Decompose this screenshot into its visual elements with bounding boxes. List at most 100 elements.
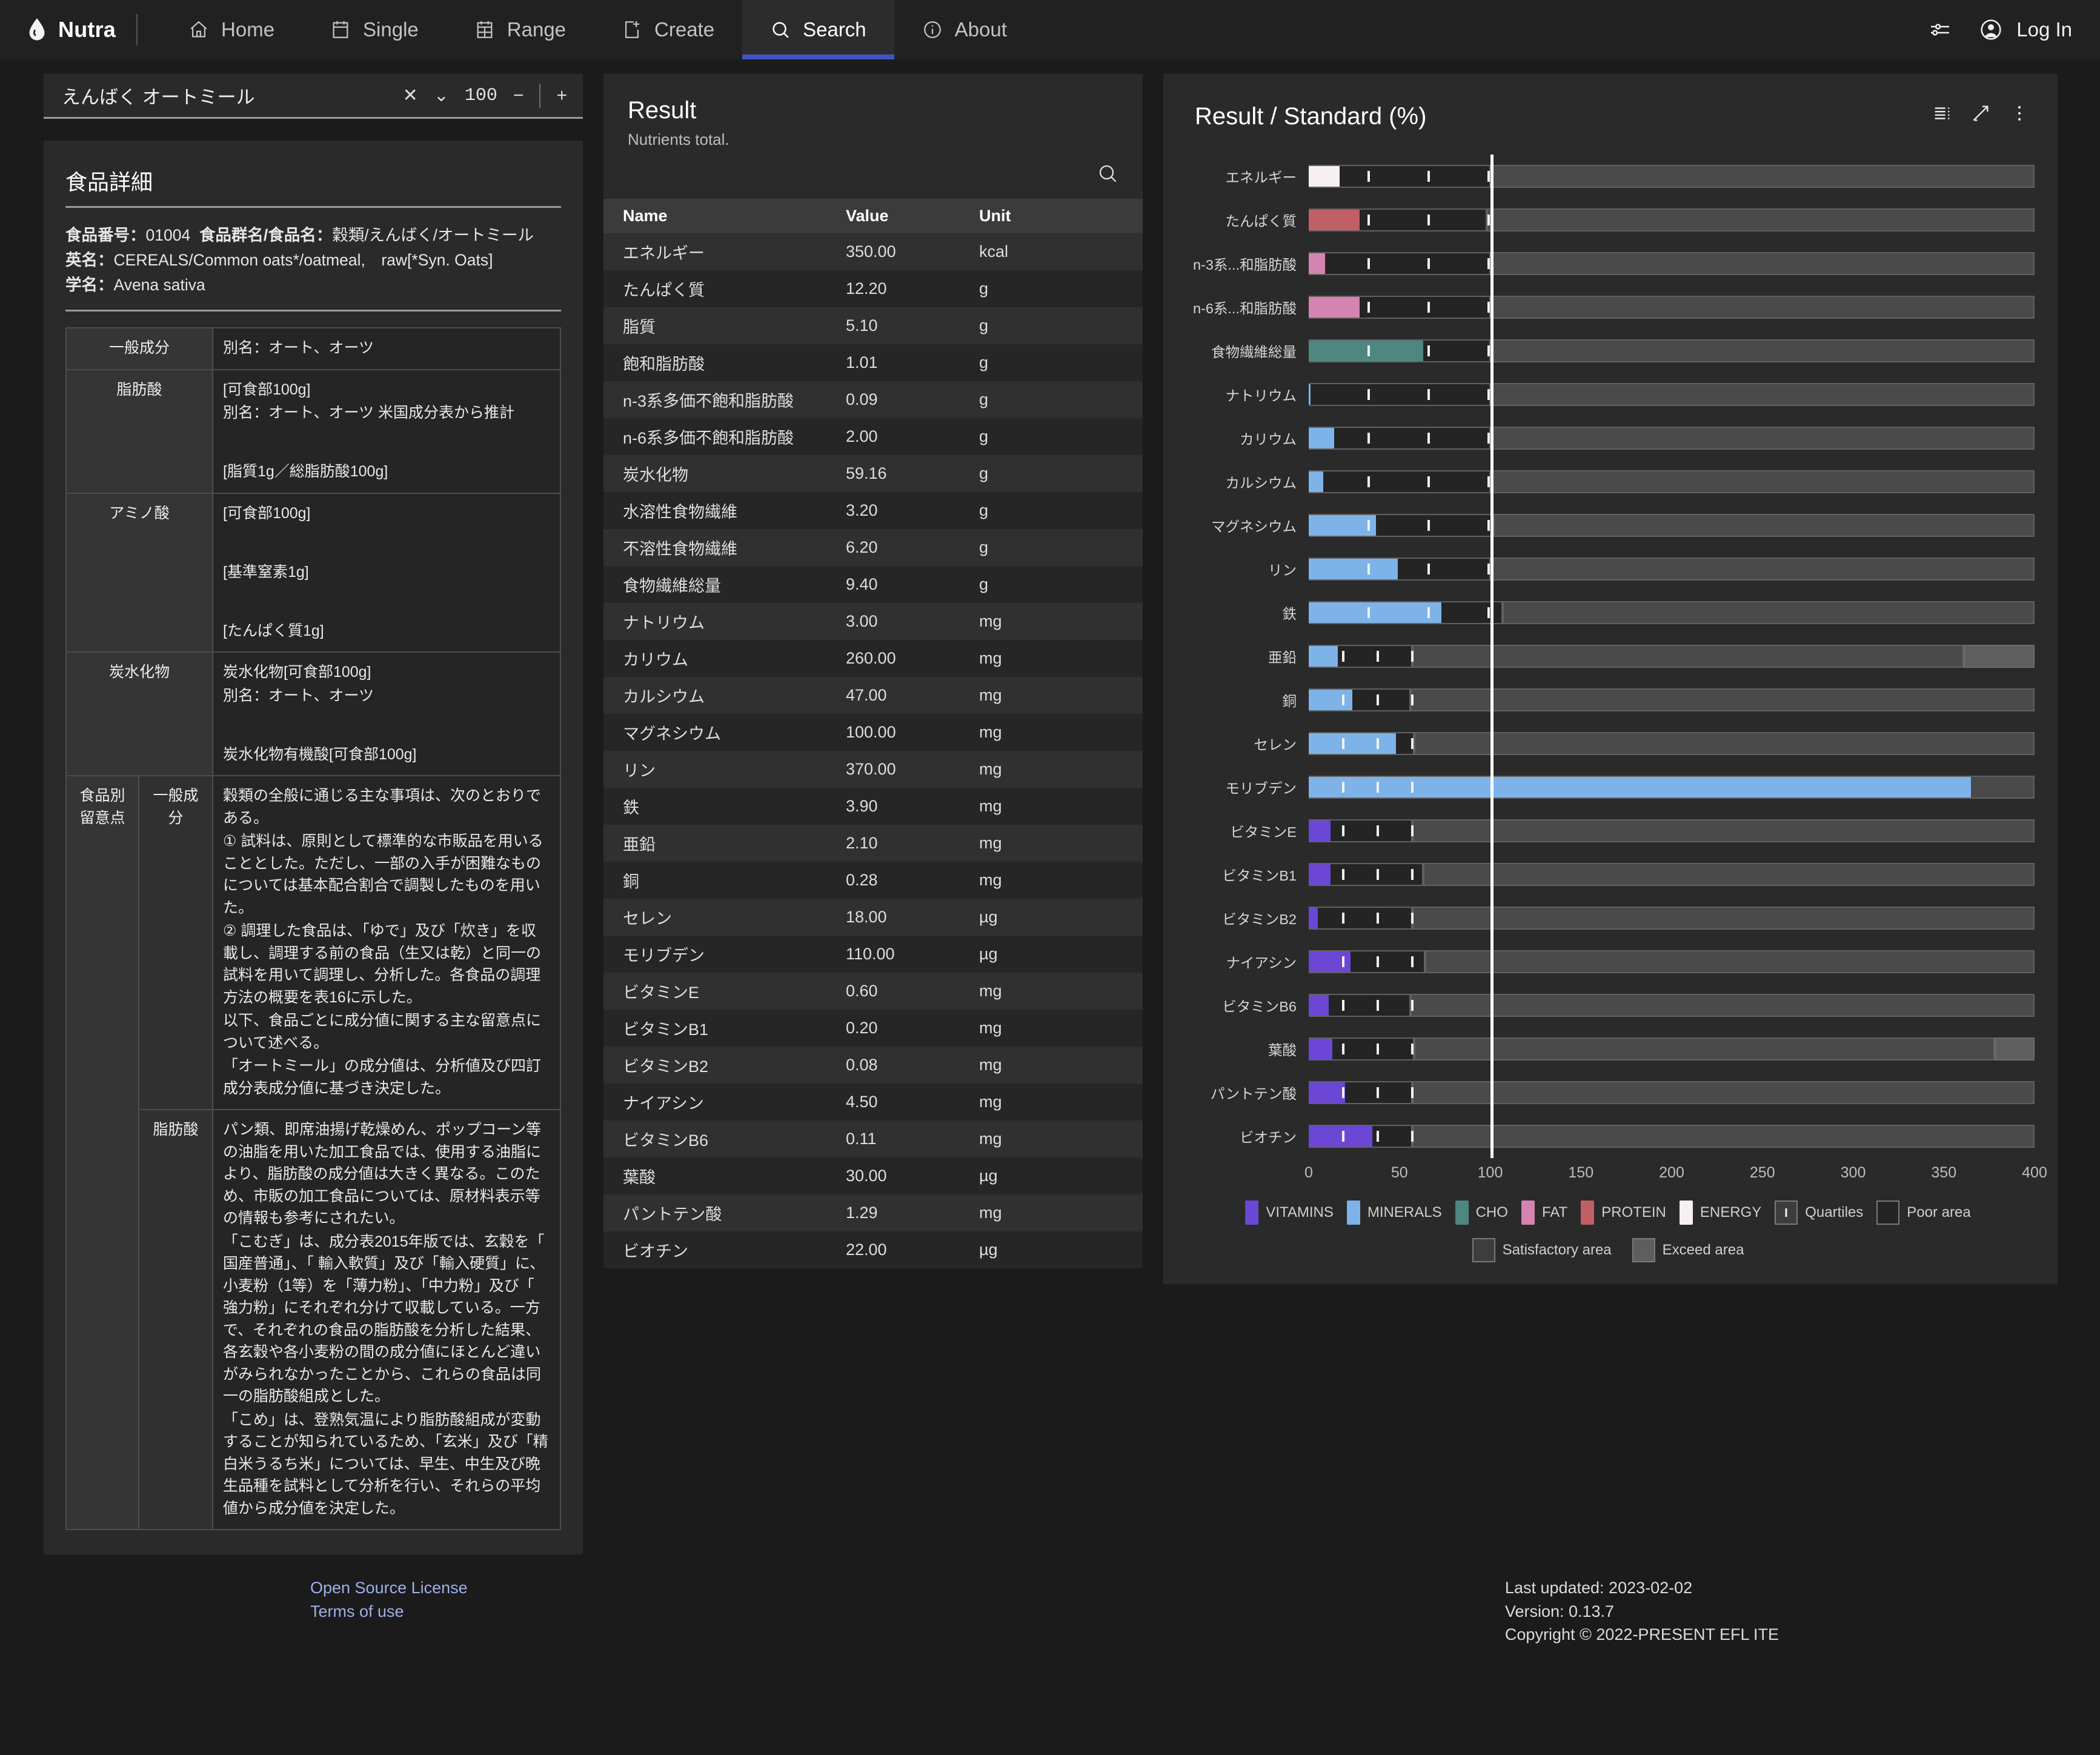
quantity-increment-button[interactable]: + [556, 86, 567, 105]
chart-bar-row[interactable] [1309, 504, 2035, 547]
chart-bar-row[interactable] [1309, 940, 2035, 984]
chart-bar[interactable] [1309, 384, 1311, 405]
chart-bar[interactable] [1309, 253, 1325, 274]
chart-bar[interactable] [1309, 1126, 1372, 1147]
expand-icon[interactable] [1970, 103, 1991, 124]
table-row[interactable]: n-3系多価不飽和脂肪酸 0.09 g [603, 381, 1143, 418]
nav-item-about[interactable]: About [894, 0, 1035, 59]
table-row[interactable]: ビタミンB1 0.20 mg [603, 1010, 1143, 1047]
chart-legend-item[interactable]: Exceed area [1632, 1238, 1744, 1262]
table-row[interactable]: ビオチン 22.00 µg [603, 1231, 1143, 1268]
chart-bar[interactable] [1309, 908, 1318, 928]
chart-bar-row[interactable] [1309, 809, 2035, 853]
column-header-name[interactable]: Name [603, 199, 846, 233]
table-row[interactable]: 食物繊維総量 9.40 g [603, 566, 1143, 603]
chart-bar-row[interactable] [1309, 242, 2035, 285]
table-row[interactable]: n-6系多価不飽和脂肪酸 2.00 g [603, 418, 1143, 455]
sliders-icon[interactable] [1928, 18, 1952, 42]
chart-bar-row[interactable] [1309, 634, 2035, 678]
table-row[interactable]: 不溶性食物繊維 6.20 g [603, 529, 1143, 566]
chart-bar[interactable] [1309, 297, 1360, 318]
column-header-unit[interactable]: Unit [979, 199, 1143, 233]
column-header-value[interactable]: Value [846, 199, 979, 233]
chart-legend-item[interactable]: VITAMINS [1245, 1201, 1334, 1225]
chart-legend-item[interactable]: ENERGY [1679, 1201, 1761, 1225]
table-row[interactable]: 炭水化物 59.16 g [603, 455, 1143, 492]
chart-bar[interactable] [1309, 602, 1441, 623]
table-row[interactable]: たんぱく質 12.20 g [603, 270, 1143, 307]
chart-bar[interactable] [1309, 1082, 1345, 1103]
chart-bar-row[interactable] [1309, 460, 2035, 504]
chart-bar[interactable] [1309, 471, 1323, 492]
table-row[interactable]: 葉酸 30.00 µg [603, 1157, 1143, 1194]
chart-bar-row[interactable] [1309, 1114, 2035, 1158]
chart-bar[interactable] [1309, 559, 1398, 579]
list-view-icon[interactable] [1932, 103, 1952, 124]
table-row[interactable]: 亜鉛 2.10 mg [603, 825, 1143, 862]
table-row[interactable]: セレン 18.00 µg [603, 899, 1143, 936]
nav-item-create[interactable]: Create [594, 0, 742, 59]
chart-bar-row[interactable] [1309, 547, 2035, 591]
table-row[interactable]: 飽和脂肪酸 1.01 g [603, 344, 1143, 381]
table-row[interactable]: ナトリウム 3.00 mg [603, 603, 1143, 640]
chart-legend-item[interactable]: Poor area [1876, 1201, 1971, 1225]
nav-item-single[interactable]: Single [302, 0, 447, 59]
chart-bar-row[interactable] [1309, 373, 2035, 416]
chart-bar-row[interactable] [1309, 765, 2035, 809]
chart-bar-row[interactable] [1309, 591, 2035, 634]
more-vertical-icon[interactable] [2009, 103, 2030, 124]
chart-bar[interactable] [1309, 646, 1338, 667]
chart-legend-item[interactable]: Satisfactory area [1472, 1238, 1612, 1262]
table-row[interactable]: ビタミンE 0.60 mg [603, 973, 1143, 1010]
table-row[interactable]: 鉄 3.90 mg [603, 788, 1143, 825]
chart-bar[interactable] [1309, 1039, 1332, 1059]
login-button[interactable]: Log In [1979, 18, 2072, 42]
chart-bar-row[interactable] [1309, 984, 2035, 1027]
table-row[interactable]: カリウム 260.00 mg [603, 640, 1143, 677]
chart-legend-item[interactable]: MINERALS [1346, 1201, 1442, 1225]
chart-bar[interactable] [1309, 821, 1331, 841]
chart-bar-row[interactable] [1309, 678, 2035, 722]
table-row[interactable]: ナイアシン 4.50 mg [603, 1084, 1143, 1121]
chart-bar-row[interactable] [1309, 198, 2035, 242]
table-row[interactable]: カルシウム 47.00 mg [603, 677, 1143, 714]
table-row[interactable]: リン 370.00 mg [603, 751, 1143, 788]
chart-bar-row[interactable] [1309, 285, 2035, 329]
chart-bar[interactable] [1309, 733, 1396, 754]
nav-item-search[interactable]: Search [742, 0, 894, 59]
table-row[interactable]: 銅 0.28 mg [603, 862, 1143, 899]
table-row[interactable]: モリブデン 110.00 µg [603, 936, 1143, 973]
chart-legend-item[interactable]: CHO [1455, 1201, 1508, 1225]
chart-bar-row[interactable] [1309, 416, 2035, 460]
table-row[interactable]: エネルギー 350.00 kcal [603, 233, 1143, 270]
table-row[interactable]: 水溶性食物繊維 3.20 g [603, 492, 1143, 529]
brand[interactable]: Nutra [28, 17, 136, 42]
chart-legend-item[interactable]: PROTEIN [1581, 1201, 1666, 1225]
footer-link-open-source-license[interactable]: Open Source License [310, 1576, 468, 1599]
table-row[interactable]: パントテン酸 1.29 mg [603, 1194, 1143, 1231]
chart-bar-row[interactable] [1309, 1027, 2035, 1071]
chart-bar[interactable] [1309, 210, 1360, 230]
chart-legend-item[interactable]: Quartiles [1775, 1201, 1863, 1225]
chart-bar[interactable] [1309, 428, 1334, 448]
chart-bar[interactable] [1309, 995, 1329, 1016]
chart-bar-row[interactable] [1309, 896, 2035, 940]
chart-bar[interactable] [1309, 777, 1972, 798]
table-row[interactable]: ビタミンB2 0.08 mg [603, 1047, 1143, 1084]
clear-search-button[interactable]: ✕ [403, 86, 418, 105]
chart-bar-row[interactable] [1309, 1071, 2035, 1114]
chart-bar[interactable] [1309, 341, 1423, 361]
chevron-down-icon[interactable]: ⌄ [434, 86, 449, 105]
chart-legend-item[interactable]: FAT [1521, 1201, 1567, 1225]
table-row[interactable]: 脂質 5.10 g [603, 307, 1143, 344]
chart-bar-row[interactable] [1309, 329, 2035, 373]
quantity-value[interactable]: 100 [465, 85, 497, 106]
quantity-decrement-button[interactable]: − [513, 86, 524, 105]
chart-bar[interactable] [1309, 690, 1352, 710]
chart-bar[interactable] [1309, 864, 1331, 885]
chart-bar-row[interactable] [1309, 853, 2035, 896]
chart-bar[interactable] [1309, 515, 1376, 536]
search-query-text[interactable]: えんばく オートミール [62, 82, 255, 109]
footer-link-terms-of-use[interactable]: Terms of use [310, 1600, 468, 1623]
table-row[interactable]: ビタミンB6 0.11 mg [603, 1121, 1143, 1157]
